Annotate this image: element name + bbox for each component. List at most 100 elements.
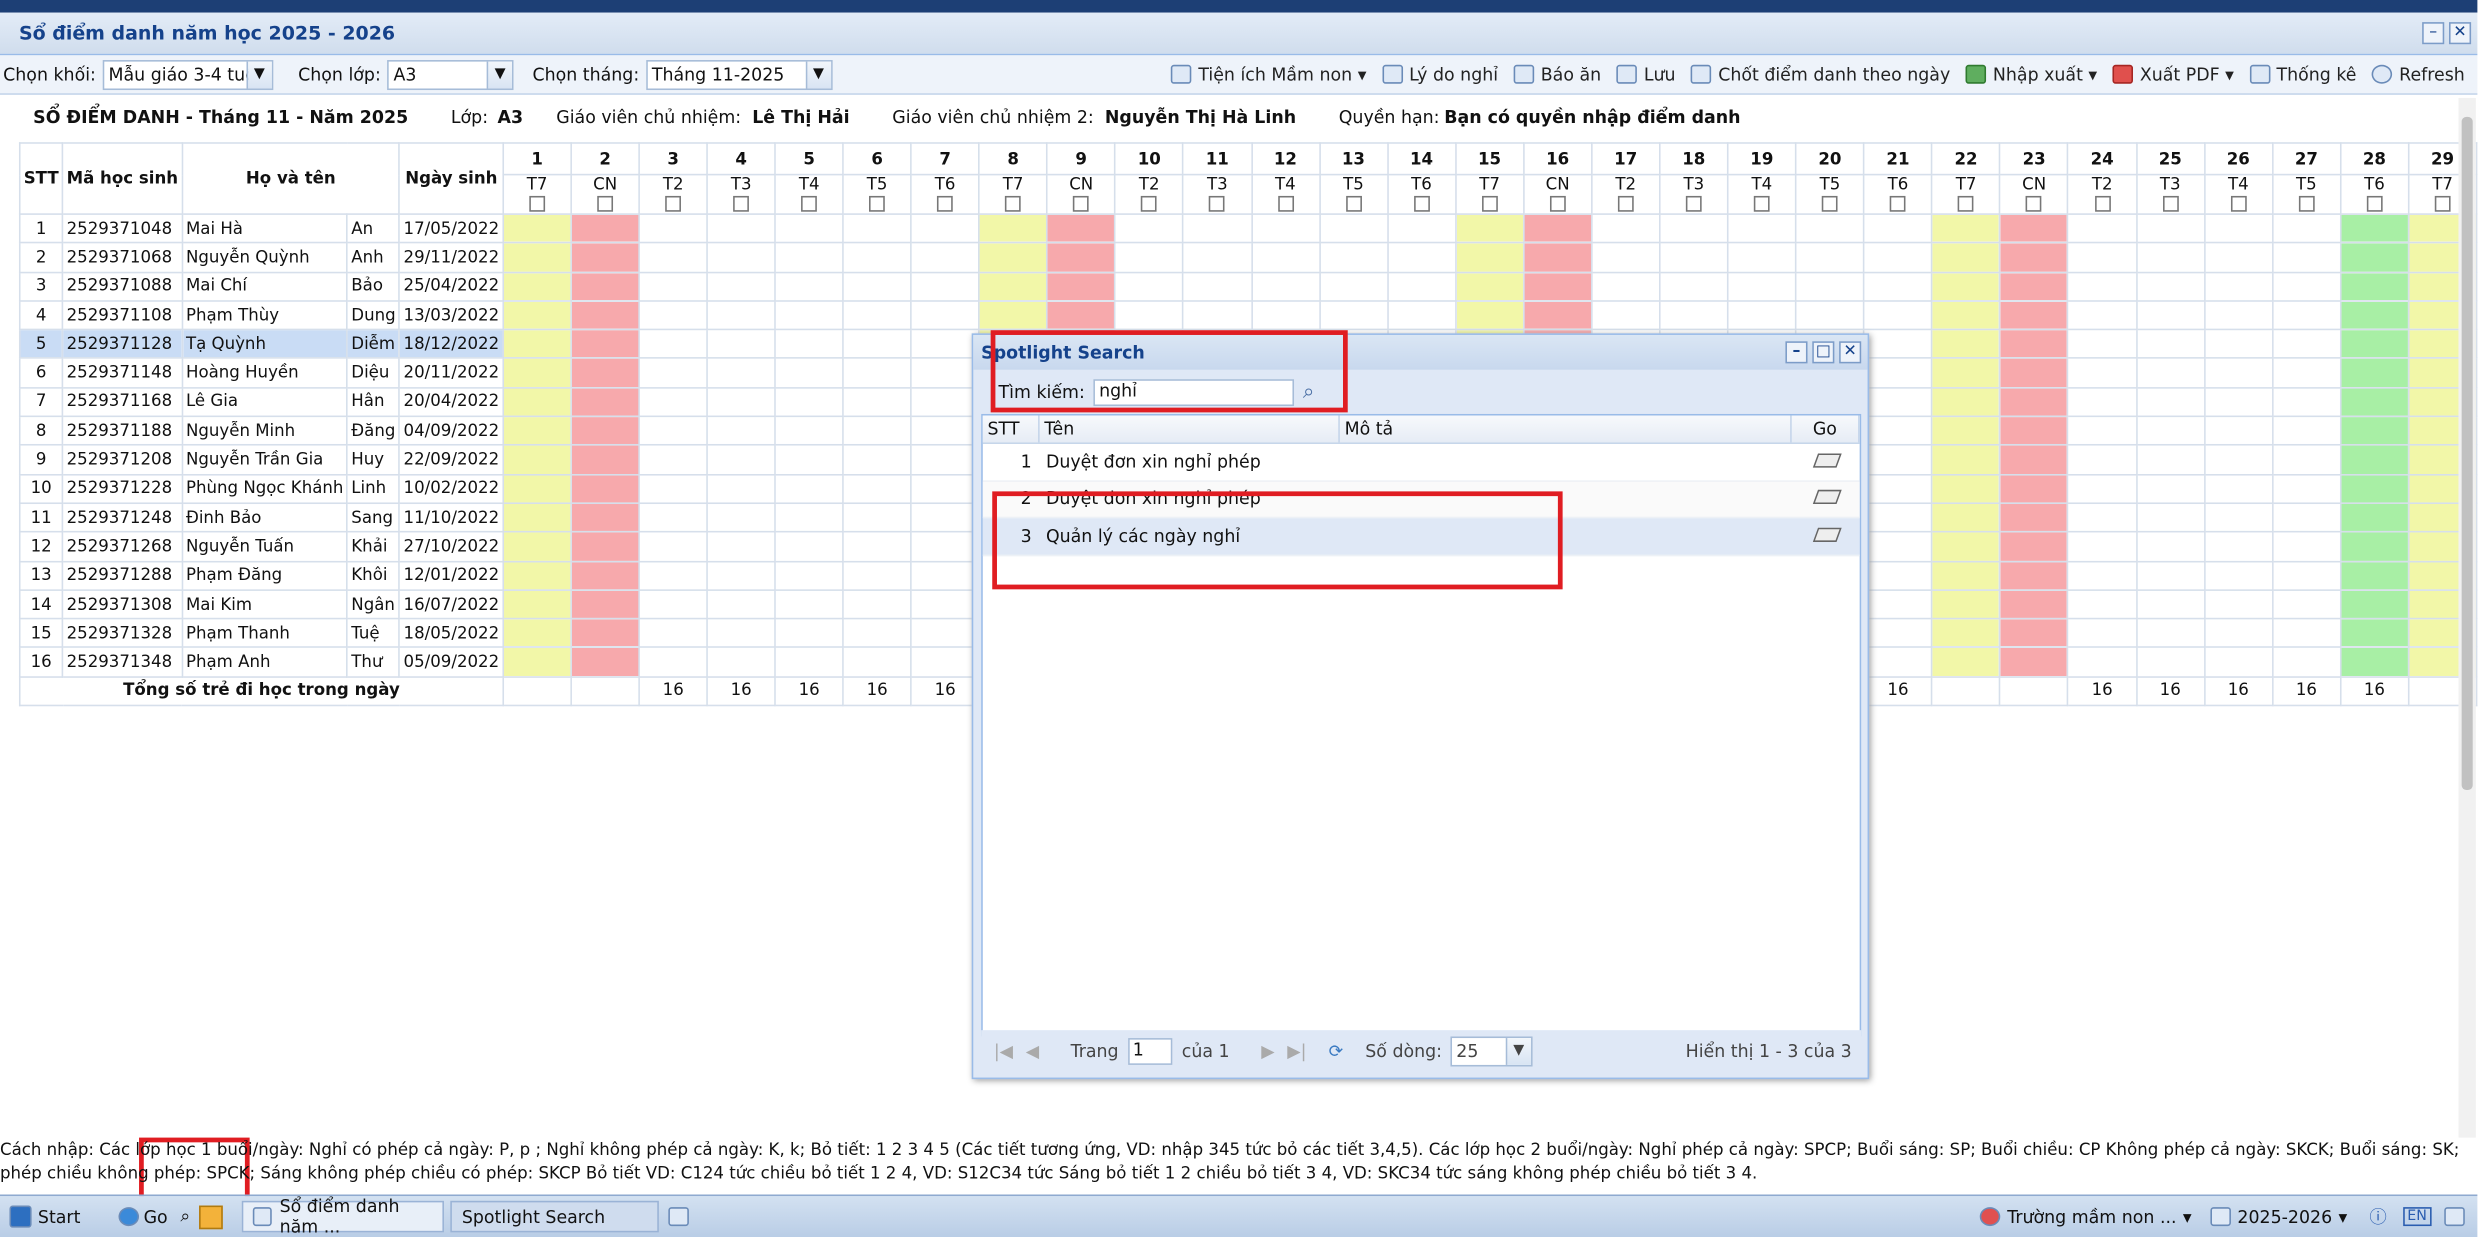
- attendance-cell[interactable]: [910, 618, 980, 649]
- attendance-cell[interactable]: [1863, 242, 1933, 273]
- prev-page-icon[interactable]: ◀: [1026, 1040, 1039, 1061]
- weekday-header[interactable]: T5: [842, 173, 912, 215]
- attendance-cell[interactable]: [2203, 300, 2274, 331]
- attendance-cell[interactable]: [2339, 502, 2410, 533]
- attendance-cell[interactable]: [502, 415, 572, 447]
- attendance-cell[interactable]: [502, 386, 572, 418]
- attendance-cell[interactable]: [774, 646, 844, 678]
- attendance-cell[interactable]: [638, 646, 708, 678]
- xuat-pdf-button[interactable]: Xuất PDF ▾: [2112, 64, 2234, 85]
- attendance-cell[interactable]: [2135, 415, 2206, 447]
- attendance-cell[interactable]: [774, 473, 844, 504]
- next-page-icon[interactable]: ▶: [1261, 1040, 1274, 1061]
- day-checkbox[interactable]: [2026, 195, 2043, 212]
- attendance-cell[interactable]: [842, 242, 912, 273]
- weekday-header[interactable]: T4: [1250, 173, 1321, 215]
- attendance-cell[interactable]: [1386, 271, 1457, 302]
- chevron-down-icon[interactable]: ▼: [245, 60, 272, 88]
- attendance-cell[interactable]: [1727, 242, 1797, 273]
- attendance-cell[interactable]: [2203, 646, 2274, 678]
- attendance-cell[interactable]: [774, 242, 844, 273]
- day-checkbox[interactable]: [1753, 195, 1770, 212]
- attendance-cell[interactable]: [1522, 213, 1593, 244]
- attendance-cell[interactable]: [1114, 213, 1185, 244]
- attendance-cell[interactable]: [2339, 646, 2410, 678]
- day-checkbox[interactable]: [1345, 195, 1362, 212]
- ly-do-nghi-button[interactable]: Lý do nghỉ: [1382, 64, 1498, 85]
- day-checkbox[interactable]: [2298, 195, 2315, 212]
- attendance-cell[interactable]: [2339, 300, 2410, 331]
- attendance-cell[interactable]: [1999, 560, 2069, 591]
- attendance-cell[interactable]: [1658, 271, 1729, 302]
- attendance-cell[interactable]: [1863, 300, 1933, 331]
- attendance-cell[interactable]: [706, 242, 776, 273]
- attendance-cell[interactable]: [1931, 531, 2001, 562]
- attendance-cell[interactable]: [2203, 560, 2274, 591]
- weekday-header[interactable]: T3: [706, 173, 776, 215]
- attendance-cell[interactable]: [502, 444, 572, 476]
- attendance-cell[interactable]: [1931, 386, 2001, 418]
- attendance-cell[interactable]: [2203, 502, 2274, 533]
- attendance-cell[interactable]: [1250, 271, 1321, 302]
- maximize-icon[interactable]: □: [1812, 341, 1835, 364]
- task-attendance[interactable]: Sổ điểm danh năm ...: [242, 1196, 445, 1237]
- attendance-cell[interactable]: [1863, 415, 1933, 447]
- weekday-header[interactable]: CN: [570, 173, 641, 215]
- attendance-cell[interactable]: [1931, 589, 2001, 620]
- attendance-cell[interactable]: [502, 300, 572, 331]
- day-checkbox[interactable]: [1890, 195, 1906, 212]
- attendance-cell[interactable]: [502, 328, 572, 360]
- attendance-cell[interactable]: [1999, 502, 2069, 533]
- attendance-cell[interactable]: [1046, 213, 1117, 244]
- attendance-cell[interactable]: [1863, 646, 1933, 678]
- attendance-cell[interactable]: [1795, 242, 1865, 273]
- attendance-cell[interactable]: [842, 328, 912, 360]
- table-row[interactable]: 4 2529371108 Phạm Thùy Dung 13/03/2022: [18, 300, 2478, 331]
- weekday-header[interactable]: T2: [1590, 173, 1661, 215]
- attendance-cell[interactable]: [1658, 300, 1729, 331]
- attendance-cell[interactable]: [842, 213, 912, 244]
- attendance-cell[interactable]: [1386, 242, 1457, 273]
- attendance-cell[interactable]: [2067, 444, 2138, 476]
- weekday-header[interactable]: T6: [1386, 173, 1457, 215]
- attendance-cell[interactable]: [1658, 213, 1729, 244]
- attendance-cell[interactable]: [1318, 271, 1389, 302]
- attendance-cell[interactable]: [1999, 589, 2069, 620]
- attendance-cell[interactable]: [706, 589, 776, 620]
- attendance-cell[interactable]: [638, 560, 708, 591]
- day-checkbox[interactable]: [1617, 195, 1634, 212]
- result-row[interactable]: 1 Duyệt đơn xin nghỉ phép: [982, 444, 1860, 482]
- weekday-header[interactable]: T4: [774, 173, 844, 215]
- search-icon[interactable]: ⌕: [180, 1206, 190, 1228]
- attendance-cell[interactable]: [1999, 531, 2069, 562]
- attendance-cell[interactable]: [2067, 386, 2138, 418]
- attendance-cell[interactable]: [1863, 213, 1933, 244]
- attendance-cell[interactable]: [1454, 300, 1525, 331]
- weekday-header[interactable]: T2: [638, 173, 708, 215]
- attendance-cell[interactable]: [502, 357, 572, 389]
- day-checkbox[interactable]: [1481, 195, 1498, 212]
- weekday-header[interactable]: T4: [1727, 173, 1797, 215]
- attendance-cell[interactable]: [1999, 444, 2069, 476]
- window-icon[interactable]: [668, 1207, 690, 1227]
- attendance-cell[interactable]: [2203, 618, 2274, 649]
- attendance-cell[interactable]: [2203, 213, 2274, 244]
- attendance-cell[interactable]: [1795, 213, 1865, 244]
- weekday-header[interactable]: T4: [2203, 173, 2274, 215]
- attendance-cell[interactable]: [706, 415, 776, 447]
- attendance-cell[interactable]: [570, 386, 641, 418]
- attendance-cell[interactable]: [2339, 271, 2410, 302]
- weekday-header[interactable]: T7: [1454, 173, 1525, 215]
- attendance-cell[interactable]: [2203, 444, 2274, 476]
- attendance-cell[interactable]: [2135, 386, 2206, 418]
- attendance-cell[interactable]: [910, 328, 980, 360]
- attendance-cell[interactable]: [1999, 415, 2069, 447]
- attendance-cell[interactable]: [706, 271, 776, 302]
- attendance-cell[interactable]: [1318, 213, 1389, 244]
- attendance-cell[interactable]: [706, 328, 776, 360]
- day-checkbox[interactable]: [1822, 195, 1838, 212]
- attendance-cell[interactable]: [2339, 242, 2410, 273]
- attendance-cell[interactable]: [1590, 271, 1661, 302]
- attendance-cell[interactable]: [638, 444, 708, 476]
- attendance-cell[interactable]: [1658, 242, 1729, 273]
